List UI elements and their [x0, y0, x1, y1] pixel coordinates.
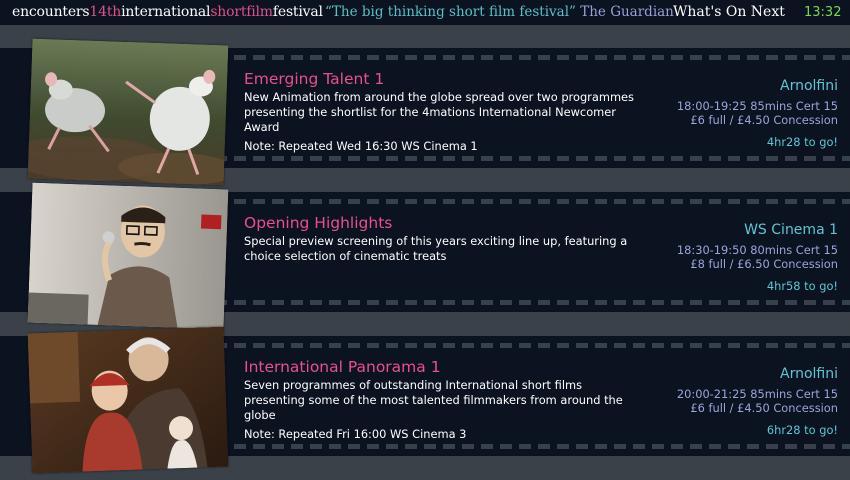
film-perforation-bottom: [215, 444, 850, 449]
header-bar: encounters14thinternationalshortfilmfest…: [0, 0, 850, 25]
event-price: £8 full / £6.50 Concession: [690, 257, 838, 271]
event-venue: Arnolfini: [780, 78, 838, 94]
film-perforation-bottom: [215, 156, 850, 161]
event-countdown: 4hr28 to go!: [766, 135, 838, 149]
quote-source: The Guardian: [580, 4, 674, 20]
brand-encounters: encounters: [12, 4, 90, 20]
film-perforation-top: [215, 55, 850, 60]
clock: 13:32: [804, 5, 842, 20]
event-countdown: 4hr58 to go!: [766, 279, 838, 293]
event-note: Note: Repeated Wed 16:30 WS Cinema 1: [244, 139, 478, 153]
event-title[interactable]: International Panorama 1: [244, 358, 441, 376]
event-title[interactable]: Emerging Talent 1: [244, 70, 384, 88]
event-price: £6 full / £4.50 Concession: [690, 113, 838, 127]
event-times: 18:30-19:50 80mins Cert 15: [676, 243, 838, 257]
event-thumbnail-puppet: [27, 182, 229, 330]
brand-edition: 14th: [89, 4, 122, 20]
brand-festival: festival: [272, 4, 323, 20]
event-title[interactable]: Opening Highlights: [244, 214, 392, 232]
event-description: Seven programmes of outstanding Internat…: [244, 378, 623, 422]
event-venue: WS Cinema 1: [744, 222, 838, 238]
film-perforation-bottom: [215, 300, 850, 305]
event-venue: Arnolfini: [780, 366, 838, 382]
section-title: What's On Next: [673, 4, 785, 20]
event-description: New Animation from around the globe spre…: [244, 90, 634, 134]
festival-brand: encounters14thinternationalshortfilmfest…: [12, 4, 323, 20]
film-perforation-top: [215, 199, 850, 204]
event-note: Note: Repeated Fri 16:00 WS Cinema 3: [244, 427, 467, 441]
brand-international: international: [121, 4, 211, 20]
brand-shortfilm: shortfilm: [210, 4, 273, 20]
event-countdown: 6hr28 to go!: [766, 423, 838, 437]
event-times: 18:00-19:25 85mins Cert 15: [676, 99, 838, 113]
press-quote: “The big thinking short film festival” T…: [325, 4, 674, 20]
event-description: Special preview screening of this years …: [244, 234, 628, 263]
event-thumbnail-grandfather: [27, 326, 229, 474]
quote-text: “The big thinking short film festival”: [325, 4, 576, 20]
event-times: 20:00-21:25 85mins Cert 15: [676, 387, 838, 401]
film-perforation-top: [215, 343, 850, 348]
event-thumbnail-mice: [27, 38, 229, 186]
event-price: £6 full / £4.50 Concession: [690, 401, 838, 415]
